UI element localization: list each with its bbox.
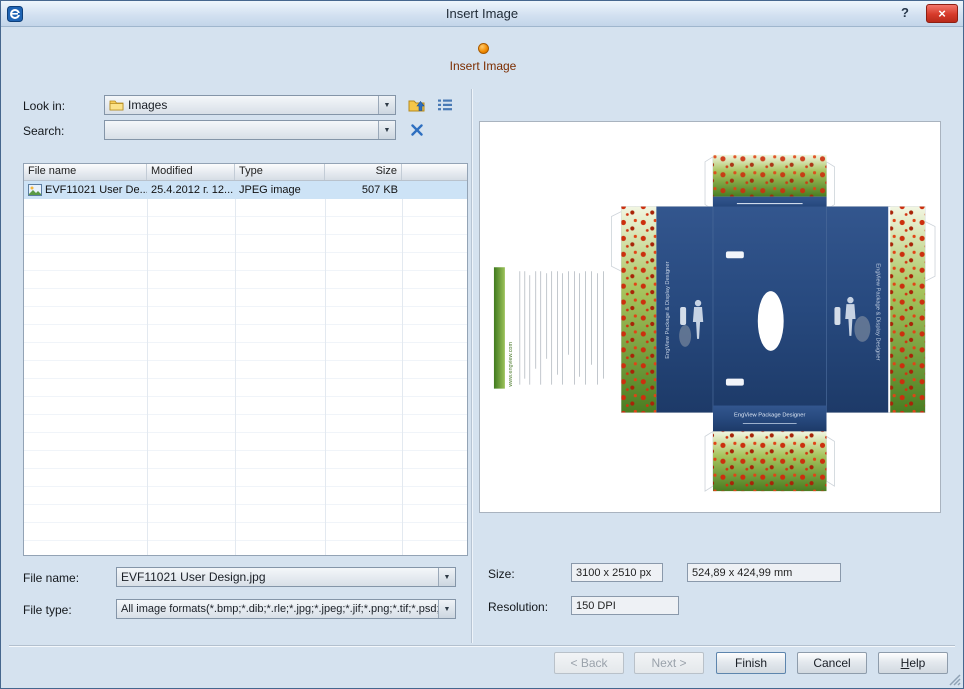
file-type-value: All image formats(*.bmp;*.dib;*.rle;*.jp…: [117, 603, 438, 615]
svg-text:www.engview.com: www.engview.com: [508, 342, 514, 388]
window-title: Insert Image: [1, 6, 963, 21]
next-button[interactable]: Next >: [634, 652, 704, 674]
step-label: Insert Image: [383, 59, 583, 73]
file-type-combobox[interactable]: All image formats(*.bmp;*.dib;*.rle;*.jp…: [116, 599, 456, 619]
close-icon: ×: [927, 5, 957, 22]
resize-grip[interactable]: [948, 673, 961, 686]
up-one-level-button[interactable]: [405, 94, 429, 116]
svg-text:EngView Package Designer: EngView Package Designer: [734, 412, 805, 418]
column-header-type[interactable]: Type: [235, 164, 325, 180]
resolution-value: 150 DPI: [576, 600, 616, 612]
column-divider: [402, 181, 403, 555]
column-divider: [235, 181, 236, 555]
chevron-down-icon: ▼: [384, 102, 391, 109]
column-divider: [325, 181, 326, 555]
back-button[interactable]: < Back: [554, 652, 624, 674]
size-px-value: 3100 x 2510 px: [576, 567, 651, 579]
file-name-input[interactable]: EVF11021 User Design.jpg: [117, 570, 438, 584]
file-type-label: File type:: [23, 603, 72, 617]
file-type-dropdown-button[interactable]: ▼: [438, 600, 455, 618]
file-list-empty-area[interactable]: [24, 199, 467, 555]
column-header-modified[interactable]: Modified: [147, 164, 235, 180]
file-list: File name Modified Type Size EVF11021 Us…: [23, 163, 468, 556]
search-label: Search:: [23, 124, 64, 138]
look-in-value: Images: [124, 98, 378, 112]
list-view-icon: [437, 98, 453, 112]
help-button[interactable]: Help: [878, 652, 948, 674]
file-name-combobox[interactable]: EVF11021 User Design.jpg ▼: [116, 567, 456, 587]
chevron-down-icon: ▼: [444, 606, 451, 613]
file-list-header: File name Modified Type Size: [24, 164, 467, 181]
cancel-button[interactable]: Cancel: [797, 652, 867, 674]
folder-icon: [105, 99, 124, 111]
size-px-field: 3100 x 2510 px: [571, 563, 663, 582]
panel-divider: [471, 89, 473, 643]
size-mm-field: 524,89 x 424,99 mm: [687, 563, 841, 582]
look-in-combobox[interactable]: Images ▼: [104, 95, 396, 115]
step-dot-icon: [478, 43, 489, 54]
column-header-size[interactable]: Size: [325, 164, 402, 180]
file-name-label: File name:: [23, 571, 79, 585]
file-modified-cell: 25.4.2012 г. 12...: [147, 184, 235, 196]
clear-search-button[interactable]: [405, 119, 429, 141]
resolution-label: Resolution:: [488, 600, 548, 614]
column-divider: [147, 181, 148, 555]
chevron-down-icon: ▼: [384, 127, 391, 134]
search-combobox[interactable]: ▼: [104, 120, 396, 140]
titlebar[interactable]: Insert Image ? ×: [1, 1, 963, 27]
column-header-filler: [402, 164, 467, 180]
clear-x-icon: [410, 123, 424, 137]
file-name-dropdown-button[interactable]: ▼: [438, 568, 455, 586]
file-name-cell: EVF11021 User De...: [45, 184, 147, 196]
up-folder-icon: [408, 97, 426, 113]
column-header-file-name[interactable]: File name: [24, 164, 147, 180]
svg-text:EngView Package & Display Desi: EngView Package & Display Designer: [874, 263, 880, 360]
help-title-button[interactable]: ?: [895, 5, 915, 23]
finish-button[interactable]: Finish: [716, 652, 786, 674]
search-dropdown-button[interactable]: ▼: [378, 121, 395, 139]
view-menu-button[interactable]: [433, 94, 457, 116]
file-type-cell: JPEG image: [235, 184, 325, 196]
preview-artwork: www.engview.com: [480, 122, 940, 512]
preview-pane: www.engview.com: [479, 121, 941, 513]
footer-separator: [9, 645, 955, 647]
size-label: Size:: [488, 567, 515, 581]
image-file-icon: [28, 184, 42, 196]
look-in-dropdown-button[interactable]: ▼: [378, 96, 395, 114]
file-size-cell: 507 KB: [325, 184, 402, 196]
size-mm-value: 524,89 x 424,99 mm: [692, 567, 792, 579]
svg-text:EngView Package & Display Desi: EngView Package & Display Designer: [665, 261, 671, 358]
insert-image-dialog: Insert Image ? × Insert Image Look in: I…: [0, 0, 964, 689]
look-in-label: Look in:: [23, 99, 65, 113]
close-button[interactable]: ×: [926, 4, 958, 23]
chevron-down-icon: ▼: [444, 574, 451, 581]
file-row-selected[interactable]: EVF11021 User De... 25.4.2012 г. 12... J…: [24, 181, 467, 199]
resolution-field: 150 DPI: [571, 596, 679, 615]
